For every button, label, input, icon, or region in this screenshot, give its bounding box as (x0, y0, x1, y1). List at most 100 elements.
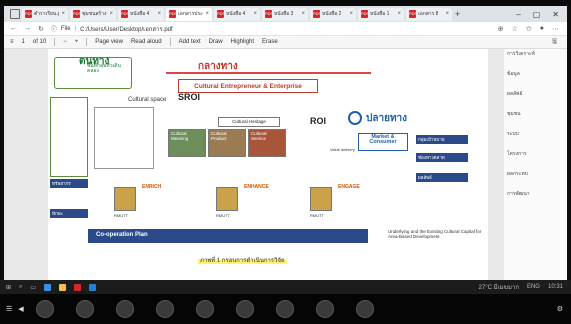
audio-icon[interactable]: ◀ (18, 305, 23, 313)
origin-subtitle: พื้นที่กลุ่มหัวเดินคลอง (87, 63, 121, 74)
tab-close-icon[interactable]: × (157, 11, 161, 17)
taskbar: ⊞ ⌕ ▭ 27°C มีเมฆมาก ENG 10:31 (0, 280, 571, 294)
tab-4[interactable]: PDF หนังสือ 4 × (214, 7, 260, 21)
participant-avatar[interactable] (315, 300, 334, 318)
zoom-in-button[interactable]: + (75, 39, 79, 45)
market-box: Market & Consumer (358, 133, 408, 151)
tab-8[interactable]: PDF เอกสาร 8 × (406, 7, 452, 21)
draw-button[interactable]: Draw (209, 39, 223, 45)
word-icon[interactable] (89, 283, 97, 291)
tab-strip: PDFตำราเรียน.pdf×PDFชุมชนสร้าง×PDFหนังสื… (4, 6, 567, 22)
participant-avatar[interactable] (275, 300, 294, 318)
erase-button[interactable]: Erase (262, 39, 278, 45)
tab-close-icon[interactable]: × (349, 11, 353, 17)
tab-close-icon[interactable]: × (109, 11, 113, 17)
add-text-button[interactable]: Add text (179, 39, 201, 45)
address-bar[interactable]: ⓘ File | C:/Users/User/Desktop/เอกสาร.pd… (51, 23, 491, 34)
tab-close-icon[interactable]: × (445, 11, 449, 17)
tab-label: หนังสือ 4 (130, 11, 150, 17)
language-indicator[interactable]: ENG (527, 284, 540, 290)
downstream-icon (348, 111, 362, 125)
tab-3[interactable]: PDF เอกสารประ × (166, 7, 212, 21)
tab-7[interactable]: PDF หนังสือ 1 × (358, 7, 404, 21)
menu-icon[interactable]: ☰ (6, 305, 12, 313)
side-line: ระบบ (507, 131, 519, 137)
info-icon: ⓘ (50, 27, 57, 33)
page-number[interactable]: 1 (22, 39, 25, 45)
address-scheme: File (60, 25, 71, 32)
more-icon[interactable]: ⋯ (552, 25, 559, 33)
side-line: ข้อมูล (507, 71, 520, 77)
cultural-space-label: Cultural space (128, 97, 167, 103)
contents-icon[interactable]: ≡ (10, 39, 14, 45)
window-menu-icon[interactable] (10, 9, 20, 19)
tab-close-icon[interactable]: × (253, 11, 257, 17)
forward-icon[interactable]: → (24, 25, 31, 32)
pdf-icon: PDF (73, 10, 81, 18)
participant-avatar[interactable] (355, 300, 374, 318)
new-tab-button[interactable]: + (455, 9, 460, 19)
reload-icon[interactable]: ↻ (38, 25, 44, 33)
tab-0[interactable]: PDFตำราเรียน.pdf× (22, 7, 68, 21)
side-line: การพัฒนา (507, 191, 530, 197)
pdf-app-icon[interactable] (74, 283, 82, 291)
favorites-icon[interactable]: ✩ (526, 25, 532, 33)
task-view-icon[interactable]: ▭ (30, 284, 36, 291)
weather-text[interactable]: 27°C มีเมฆมาก (479, 282, 519, 292)
participant-avatar[interactable] (115, 300, 134, 318)
tab-close-icon[interactable]: × (301, 11, 305, 17)
screen: PDFตำราเรียน.pdf×PDFชุมชนสร้าง×PDFหนังสื… (0, 0, 571, 324)
tab-5[interactable]: PDF หนังสือ 3 × (262, 7, 308, 21)
meeting-bar: ☰ ◀ ⚙ (0, 294, 571, 324)
participant-avatar[interactable] (195, 300, 214, 318)
figure-caption: ภาพที่ 1 กรอบการดำเนินการวิจัย (198, 258, 287, 264)
rmutt-label-3: RMUTT (310, 213, 324, 218)
tab-2[interactable]: PDF หนังสือ 4 × (118, 7, 164, 21)
zoom-icon[interactable]: ⊕ (498, 25, 504, 33)
maximize-button[interactable]: ▢ (533, 10, 541, 19)
edge-icon[interactable] (44, 283, 52, 291)
tab-1[interactable]: PDF ชุมชนสร้าง × (70, 7, 116, 21)
zoom-out-button[interactable]: − (63, 39, 67, 45)
roi-label: ROI (310, 116, 327, 126)
tabs: PDFตำราเรียน.pdf×PDFชุมชนสร้าง×PDFหนังสื… (20, 7, 452, 21)
tab-label: ตำราเรียน.pdf (34, 11, 59, 17)
tab-label: ชุมชนสร้าง (82, 11, 107, 17)
start-icon[interactable]: ⊞ (6, 284, 11, 291)
sroi-label: SROI (178, 92, 201, 102)
highlight-button[interactable]: Highlight (231, 39, 254, 45)
pdf-icon: PDF (169, 10, 177, 18)
minimize-button[interactable]: – (516, 10, 520, 19)
value-delivery-label: Value delivery (330, 147, 355, 152)
read-aloud-button[interactable]: Read aloud (131, 39, 162, 45)
left-list (50, 97, 88, 177)
rmutt-label-1: RMUTT (114, 213, 128, 218)
settings-icon[interactable]: ⚙ (557, 305, 563, 313)
tab-6[interactable]: PDF หนังสือ 2 × (310, 7, 356, 21)
close-button[interactable]: ✕ (552, 10, 559, 19)
participant-avatar[interactable] (235, 300, 254, 318)
profile-icon[interactable]: ● (540, 25, 544, 33)
pdf-icon: PDF (25, 10, 33, 18)
tab-close-icon[interactable]: × (205, 11, 209, 17)
back-icon[interactable]: ← (10, 25, 17, 32)
participant-avatar[interactable] (155, 300, 174, 318)
participant-avatar[interactable] (35, 300, 54, 318)
save-icon[interactable]: 🖫 (552, 37, 557, 47)
folder-icon[interactable] (59, 283, 67, 291)
side-line: ผลลัพธ์ (507, 91, 523, 97)
document-area[interactable]: ต้นทาง พื้นที่กลุ่มหัวเดินคลอง กลางทาง C… (4, 49, 567, 280)
tab-close-icon[interactable]: × (61, 11, 65, 17)
divider (54, 38, 56, 46)
right-card-3: ผลลัพธ์ (416, 173, 468, 182)
tab-close-icon[interactable]: × (397, 11, 401, 17)
rmutt-logo-1 (114, 187, 136, 211)
favorite-icon[interactable]: ☆ (512, 25, 518, 33)
search-icon[interactable]: ⌕ (19, 284, 22, 291)
page-view-button[interactable]: Page view (95, 39, 123, 45)
pdf-page: ต้นทาง พื้นที่กลุ่มหัวเดินคลอง กลางทาง C… (48, 49, 488, 280)
participant-avatar[interactable] (75, 300, 94, 318)
clock[interactable]: 10:31 (548, 284, 563, 290)
tab-label: หนังสือ 3 (274, 11, 294, 17)
enhance-label: ENHANCE (244, 184, 269, 190)
